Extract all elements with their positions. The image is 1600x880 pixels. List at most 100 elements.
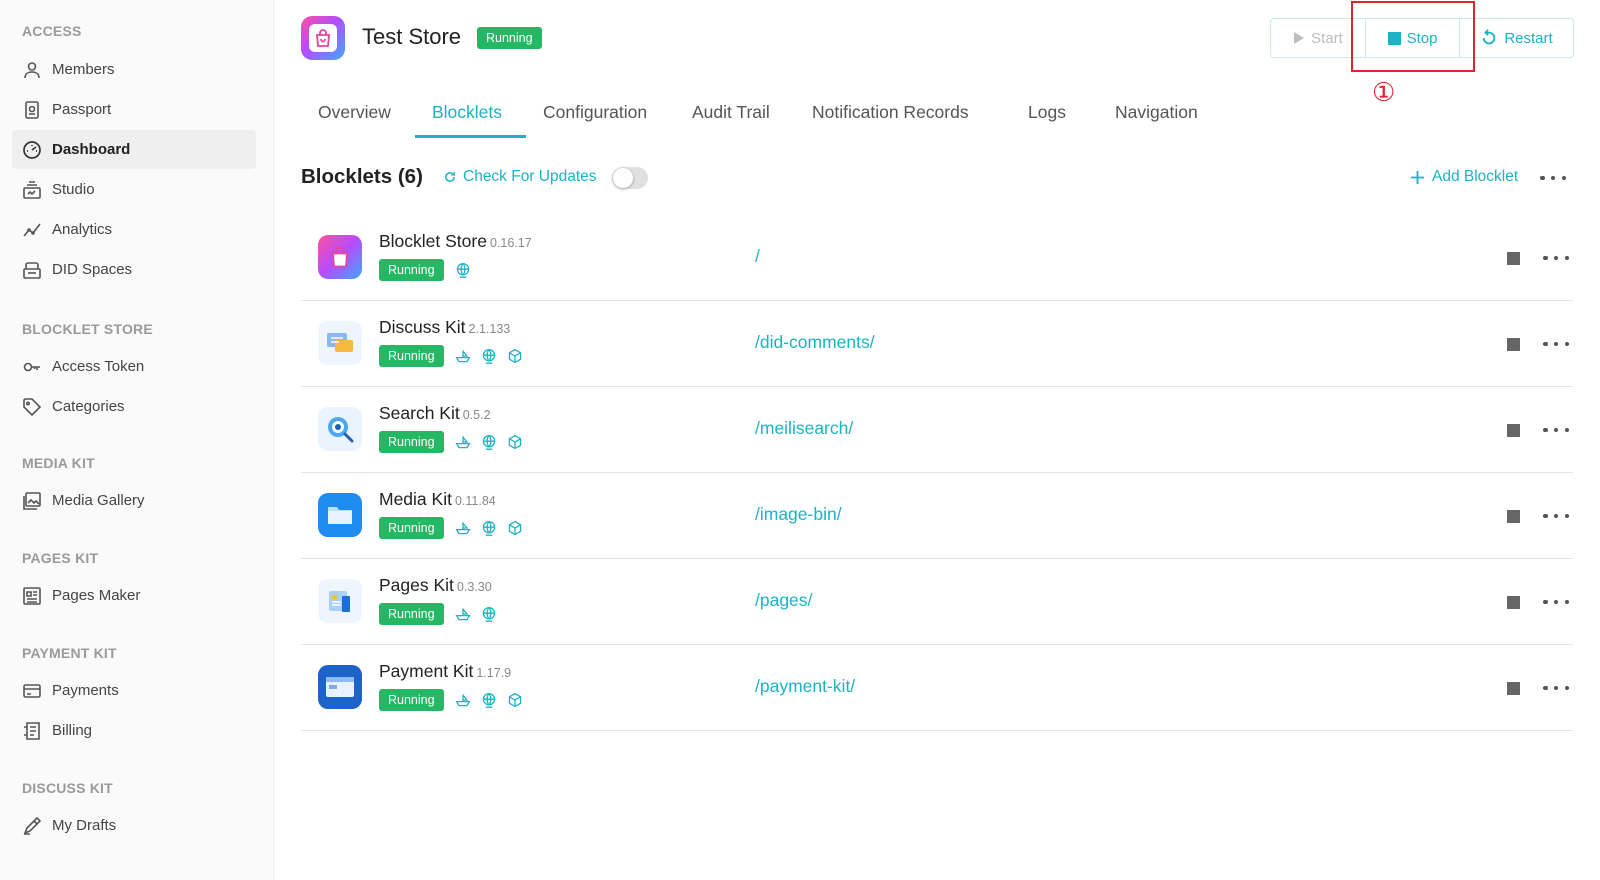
restart-icon [1483, 29, 1496, 45]
blocklet-name[interactable]: Pages Kit 0.3.30 [379, 575, 492, 596]
analytics-icon [22, 220, 42, 240]
add-blocklet-button[interactable]: Add Blocklet [1411, 168, 1518, 186]
row-more-icon[interactable] [1543, 248, 1569, 268]
sidebar-item-my-drafts[interactable]: My Drafts [12, 806, 256, 845]
pages-icon [22, 586, 42, 606]
studio-icon [22, 180, 42, 200]
sidebar-item-label: Members [52, 61, 115, 78]
row-more-icon[interactable] [1543, 592, 1569, 612]
globe-icon[interactable] [454, 261, 472, 279]
globe-icon[interactable] [480, 605, 498, 623]
sidebar-item-label: Categories [52, 398, 125, 415]
annotation-marker: ① [1372, 78, 1396, 108]
blocklet-version: 0.16.17 [489, 236, 532, 250]
tab-audit-trail[interactable]: Audit Trail [692, 102, 770, 144]
tab-notification-records[interactable]: Notification Records [812, 102, 969, 144]
tab-overview[interactable]: Overview [318, 102, 391, 144]
package-icon[interactable] [506, 347, 524, 365]
sidebar-item-label: Analytics [52, 221, 113, 238]
sidebar-item-members[interactable]: Members [12, 50, 256, 89]
stop-icon[interactable] [1507, 424, 1520, 437]
status-badge: Running [477, 27, 542, 49]
sidebar-item-access-token[interactable]: Access Token [12, 347, 256, 386]
start-button-label: Start [1311, 29, 1343, 47]
sidebar-item-label: Dashboard [52, 141, 131, 158]
row-more-icon[interactable] [1543, 420, 1569, 440]
blocklet-mount-path[interactable]: /pages/ [755, 590, 812, 611]
section-more-icon[interactable] [1540, 168, 1566, 188]
stop-icon[interactable] [1507, 252, 1520, 265]
pen-icon [22, 816, 42, 836]
globe-icon[interactable] [480, 433, 498, 451]
blocklet-store-icon [318, 235, 362, 279]
blocklet-name[interactable]: Media Kit 0.11.84 [379, 489, 496, 510]
blocklet-mount-path[interactable]: /meilisearch/ [755, 418, 853, 439]
globe-icon[interactable] [480, 347, 498, 365]
package-icon[interactable] [506, 691, 524, 709]
blocklet-status: Running [379, 517, 532, 539]
package-icon[interactable] [506, 519, 524, 537]
blocklet-name[interactable]: Search Kit 0.5.2 [379, 403, 491, 424]
restart-button-label: Restart [1504, 29, 1553, 47]
stop-button-label: Stop [1406, 29, 1438, 47]
sidebar-item-billing[interactable]: Billing [12, 711, 256, 750]
blocklet-mount-path[interactable]: /image-bin/ [755, 504, 842, 525]
restart-button[interactable]: Restart [1460, 19, 1573, 57]
sidebar-item-analytics[interactable]: Analytics [12, 210, 256, 249]
shopping-bag-icon [309, 24, 337, 52]
table-row: Discuss Kit 2.1.133 Running /did-comments… [301, 301, 1573, 387]
globe-icon[interactable] [480, 691, 498, 709]
ship-icon[interactable] [454, 433, 472, 451]
search-kit-icon [318, 407, 362, 451]
sidebar-item-dashboard[interactable]: Dashboard [12, 130, 256, 169]
sidebar-item-studio[interactable]: Studio [12, 170, 256, 209]
blocklet-name[interactable]: Discuss Kit 2.1.133 [379, 317, 510, 338]
blocklet-mount-path[interactable]: /payment-kit/ [755, 676, 855, 697]
stop-icon[interactable] [1507, 510, 1520, 523]
ship-icon[interactable] [454, 347, 472, 365]
add-blocklet-label: Add Blocklet [1432, 168, 1519, 185]
row-more-icon[interactable] [1543, 678, 1569, 698]
blocklet-name[interactable]: Blocklet Store 0.16.17 [379, 231, 532, 252]
sidebar-item-payments[interactable]: Payments [12, 671, 256, 710]
tab-navigation[interactable]: Navigation [1115, 102, 1198, 144]
blocklet-status: Running [379, 431, 532, 453]
key-icon [22, 357, 42, 377]
stop-button[interactable]: Stop [1366, 19, 1460, 57]
ship-icon[interactable] [454, 691, 472, 709]
blocklet-version: 2.1.133 [468, 322, 511, 336]
ship-icon[interactable] [454, 519, 472, 537]
blocklet-mount-path[interactable]: /did-comments/ [755, 332, 875, 353]
ship-icon[interactable] [454, 605, 472, 623]
blocklet-status: Running [379, 689, 532, 711]
package-icon[interactable] [506, 433, 524, 451]
sidebar-item-categories[interactable]: Categories [12, 387, 256, 426]
blocklet-name[interactable]: Payment Kit 1.17.9 [379, 661, 511, 682]
did-spaces-icon [22, 260, 42, 280]
stop-icon[interactable] [1507, 338, 1520, 351]
sidebar-item-did-spaces[interactable]: DID Spaces [12, 250, 256, 289]
globe-icon[interactable] [480, 519, 498, 537]
sidebar-item-passport[interactable]: Passport [12, 90, 256, 129]
status-badge: Running [379, 689, 444, 711]
blocklet-status: Running [379, 345, 532, 367]
start-button[interactable]: Start [1271, 19, 1366, 57]
card-icon [22, 681, 42, 701]
blocklet-version: 0.11.84 [454, 494, 496, 508]
sidebar-item-pages-maker[interactable]: Pages Maker [12, 576, 256, 615]
active-tab-indicator [415, 135, 526, 138]
sidebar-item-media-gallery[interactable]: Media Gallery [12, 481, 256, 520]
sidebar: ACCESS Members Passport Dashboard Studio… [0, 0, 274, 880]
app-logo [301, 16, 345, 60]
table-row: Media Kit 0.11.84 Running /image-bin/ [301, 473, 1573, 559]
row-more-icon[interactable] [1543, 334, 1569, 354]
stop-icon[interactable] [1507, 596, 1520, 609]
tab-configuration[interactable]: Configuration [543, 102, 647, 144]
plus-icon [1411, 170, 1424, 184]
row-more-icon[interactable] [1543, 506, 1569, 526]
blocklet-mount-path[interactable]: / [755, 246, 760, 267]
tab-logs[interactable]: Logs [1028, 102, 1066, 144]
check-updates-button[interactable]: Check For Updates [443, 168, 597, 186]
auto-update-toggle[interactable] [612, 167, 648, 189]
stop-icon[interactable] [1507, 682, 1520, 695]
